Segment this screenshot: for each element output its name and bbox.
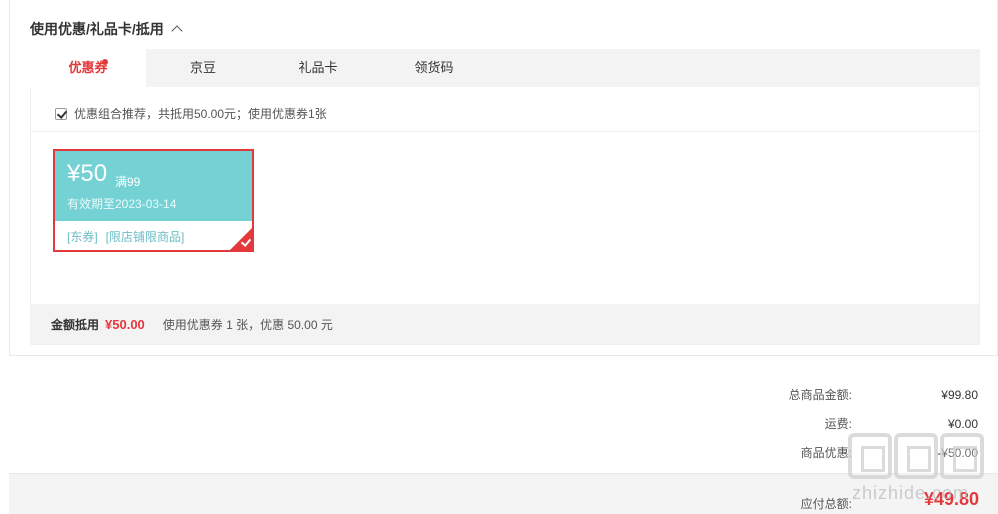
coupon-tag: [东券] [67, 230, 98, 244]
tab-gift-card[interactable]: 礼品卡 [260, 49, 376, 87]
watermark-glyph [848, 433, 892, 479]
coupon-tab-content: 优惠组合推荐，共抵用50.00元；使用优惠券1张 ¥50 满99 有效期至202… [30, 87, 980, 345]
summary-label: 金额抵用 [51, 317, 100, 332]
watermark-glyph [940, 433, 984, 479]
tab-label: 礼品卡 [298, 60, 338, 75]
watermark-glyph [894, 433, 938, 479]
discount-label: 商品优惠: [800, 446, 852, 460]
shipping-value: ¥0.00 [947, 416, 978, 431]
red-dot-badge-icon [102, 59, 108, 65]
recommend-checkbox[interactable] [55, 107, 67, 120]
discount-section-toggle[interactable]: 使用优惠/礼品卡/抵用 [30, 19, 183, 39]
divider [31, 131, 979, 132]
tab-label: 京豆 [189, 60, 216, 75]
coupon-card[interactable]: ¥50 满99 有效期至2023-03-14 [东券] [限店铺限商品] [53, 149, 254, 252]
discount-summary: 金额抵用 ¥50.00 使用优惠券 1 张，优惠 50.00 元 [31, 304, 979, 344]
recommend-text: 优惠组合推荐，共抵用50.00元；使用优惠券1张 [74, 107, 327, 121]
coupon-tags: [东券] [限店铺限商品] [67, 228, 192, 245]
watermark-text: zhizhide.com [852, 483, 970, 503]
recommend-combo: 优惠组合推荐，共抵用50.00元；使用优惠券1张 [55, 105, 327, 122]
chevron-up-icon [171, 25, 183, 37]
tab-label: 领货码 [414, 60, 454, 75]
coupon-amount: ¥50 [67, 160, 108, 187]
goods-value: ¥99.80 [941, 387, 978, 402]
tab-jingdou[interactable]: 京豆 [146, 49, 260, 87]
total-goods-row: 总商品金额: ¥99.80 [678, 380, 978, 409]
discount-tabs: 优惠券 京豆 礼品卡 领货码 [30, 49, 980, 87]
coupon-header: ¥50 满99 有效期至2023-03-14 [55, 151, 252, 221]
summary-amount: ¥50.00 [105, 316, 145, 332]
tab-redeem-code[interactable]: 领货码 [376, 49, 492, 87]
section-title: 使用优惠/礼品卡/抵用 [30, 21, 164, 37]
watermark-logo-icon [848, 433, 986, 479]
coupon-tag: [限店铺限商品] [105, 230, 185, 244]
coupon-condition: 满99 [115, 175, 141, 189]
summary-desc: 使用优惠券 1 张，优惠 50.00 元 [162, 317, 333, 332]
goods-label: 总商品金额: [788, 388, 852, 402]
shipping-label: 运费: [824, 417, 852, 431]
site-watermark: zhizhide.com [848, 433, 988, 511]
payable-label: 应付总额: [800, 497, 852, 511]
coupon-expiry: 有效期至2023-03-14 [67, 197, 177, 211]
tab-coupons[interactable]: 优惠券 [30, 49, 146, 87]
